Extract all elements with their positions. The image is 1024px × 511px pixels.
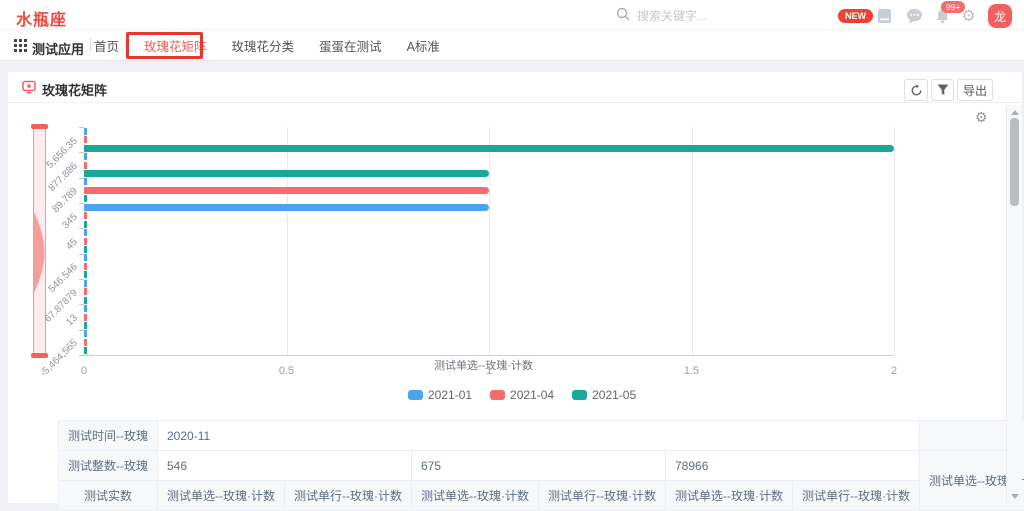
legend-swatch [490, 390, 505, 400]
table-cell: 测试时间--玫瑰 [59, 421, 158, 451]
chart-bar-stub [84, 229, 87, 236]
scrollbar-up-arrow[interactable] [1011, 110, 1019, 115]
chart-bar-stub [84, 246, 87, 253]
table-cell: 546 [158, 451, 412, 481]
chart-bar [84, 170, 489, 177]
app-name[interactable]: 测试应用 [32, 39, 84, 58]
nav-bar: 测试应用 首页 玫瑰花矩阵 玫瑰花分类 蛋蛋在测试 A标准 [0, 30, 1024, 61]
chart-bar-stub [84, 178, 87, 185]
tab-home[interactable]: 首页 [94, 36, 119, 55]
legend-label: 2021-05 [592, 388, 636, 402]
new-badge: NEW [838, 9, 873, 23]
filter-button[interactable] [931, 79, 954, 101]
tab-a-standard[interactable]: A标准 [407, 36, 440, 55]
chart-bar-stub [84, 322, 87, 329]
chart-bar-stub [84, 297, 87, 304]
chart-bar-stub [84, 330, 87, 337]
table-cell: 675 [412, 451, 666, 481]
legend-swatch [408, 390, 423, 400]
legend-label: 2021-04 [510, 388, 554, 402]
chart-bar [84, 204, 489, 211]
panel-title: 玫瑰花矩阵 [42, 80, 107, 99]
chart-bar-stub [84, 339, 87, 346]
chart-bar-stub [84, 347, 87, 354]
y-axis-tick [79, 355, 84, 356]
legend-item[interactable]: 2021-04 [490, 388, 554, 402]
x-axis-tick-label: 2 [874, 365, 914, 377]
table-cell: 测试单行--玫瑰·计数 [793, 481, 920, 511]
legend-item[interactable]: 2021-05 [572, 388, 636, 402]
scrollbar-thumb[interactable] [1010, 118, 1019, 206]
app-grid-icon[interactable] [14, 39, 27, 57]
table-row: 测试实数测试单选--玫瑰·计数测试单行--玫瑰·计数测试单选--玫瑰·计数测试单… [59, 481, 1024, 511]
grid-line [489, 127, 490, 355]
chart-bar [84, 187, 489, 194]
chart-bar-stub [84, 195, 87, 202]
tab-dandan-test[interactable]: 蛋蛋在测试 [319, 36, 382, 55]
chart-bar-stub [84, 153, 87, 160]
tab-rose-category[interactable]: 玫瑰花分类 [232, 36, 295, 55]
grid-line [692, 127, 693, 355]
table-cell: 2020-11 [158, 421, 920, 451]
brand-logo[interactable]: 水瓶座 [16, 6, 67, 30]
avatar[interactable]: 龙 [988, 4, 1012, 28]
chart-bar-stub [84, 254, 87, 261]
bar-chart: 测试单选--玫瑰·计数 2021-012021-042021-05 00.511… [8, 103, 1006, 413]
chart-bar-stub [84, 263, 87, 270]
table-cell: 测试单选--玫瑰·计数 [666, 481, 793, 511]
legend-item[interactable]: 2021-01 [408, 388, 472, 402]
table-cell: 测试实数 [59, 481, 158, 511]
notebook-icon[interactable] [876, 7, 893, 24]
grid-line [287, 127, 288, 355]
chart-legend: 2021-01 2021-04 2021-05 [408, 388, 636, 402]
x-axis-tick-label: 0 [64, 365, 104, 377]
tab-list: 首页 玫瑰花矩阵 玫瑰花分类 蛋蛋在测试 A标准 [94, 30, 440, 61]
vertical-scrollbar[interactable] [1006, 105, 1022, 503]
nav-divider [90, 38, 91, 52]
panel-monitor-icon [22, 80, 36, 99]
panel-header: 玫瑰花矩阵 导出 [8, 72, 1022, 103]
table-row: 测试时间--玫瑰2020-11小计 [59, 421, 1024, 451]
search-icon [616, 7, 630, 26]
chart-bar-stub [84, 212, 87, 219]
chart-bar-stub [84, 271, 87, 278]
pivot-table: 测试时间--玫瑰2020-11小计测试整数--玫瑰54667578966测试单选… [58, 420, 1024, 511]
legend-label: 2021-01 [428, 388, 472, 402]
top-header: 水瓶座 NEW 99+ ⚙ 龙 [0, 0, 1024, 30]
chart-bar-stub [84, 288, 87, 295]
search-input[interactable] [637, 9, 787, 23]
export-button[interactable]: 导出 [957, 79, 993, 101]
chart-bar-stub [84, 305, 87, 312]
chart-bar-stub [84, 314, 87, 321]
refresh-button[interactable] [904, 79, 928, 101]
x-axis-tick-label: 1 [469, 365, 509, 377]
x-axis-tick-label: 0.5 [267, 365, 307, 377]
chat-icon[interactable] [906, 7, 923, 24]
table-cell: 测试整数--玫瑰 [59, 451, 158, 481]
chart-bar-stub [84, 221, 87, 228]
x-axis-tick-label: 1.5 [672, 365, 712, 377]
dashboard-card: 玫瑰花矩阵 导出 ⚙ 测试单选--玫瑰·计数 2021-012021-04202… [8, 72, 1022, 503]
chart-bar-stub [84, 136, 87, 143]
chart-bar-stub [84, 162, 87, 169]
chart-bar-stub [84, 128, 87, 135]
scrollbar-down-arrow[interactable] [1011, 494, 1019, 499]
chart-bar [84, 145, 894, 152]
search-box[interactable] [616, 4, 816, 28]
table-cell: 测试单行--玫瑰·计数 [285, 481, 412, 511]
chart-bar-stub [84, 238, 87, 245]
grid-line [894, 127, 895, 355]
table-row: 测试整数--玫瑰54667578966测试单选--玫瑰·计数测试单行--玫瑰·计… [59, 451, 1024, 481]
table-cell: 测试单选--玫瑰·计数 [158, 481, 285, 511]
y-axis-label: 5,656.35 [0, 135, 80, 284]
table-cell: 78966 [666, 451, 920, 481]
table-cell: 测试单行--玫瑰·计数 [539, 481, 666, 511]
legend-swatch [572, 390, 587, 400]
chart-bar-stub [84, 280, 87, 287]
notification-badge: 99+ [941, 1, 965, 13]
x-axis-line [84, 355, 894, 356]
tab-rose-matrix[interactable]: 玫瑰花矩阵 [144, 36, 207, 55]
table-cell: 测试单选--玫瑰·计数 [412, 481, 539, 511]
